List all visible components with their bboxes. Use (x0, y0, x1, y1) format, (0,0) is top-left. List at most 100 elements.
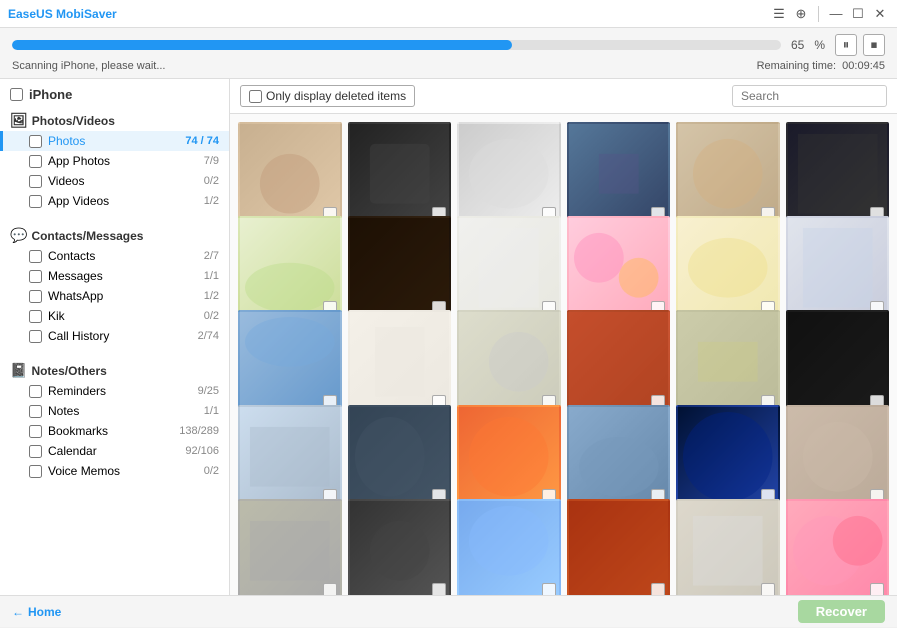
sidebar-item-call-history[interactable]: Call History 2/74 (0, 326, 229, 346)
photo-thumb[interactable] (238, 216, 342, 320)
videos-checkbox[interactable] (29, 175, 42, 188)
photo-thumb[interactable] (676, 122, 780, 226)
sidebar-item-contacts[interactable]: Contacts 2/7 (0, 246, 229, 266)
photo-thumb[interactable] (457, 405, 561, 509)
sidebar-item-reminders[interactable]: Reminders 9/25 (0, 381, 229, 401)
photo-thumb[interactable] (348, 405, 452, 509)
sidebar-item-messages[interactable]: Messages 1/1 (0, 266, 229, 286)
app-videos-checkbox[interactable] (29, 195, 42, 208)
photo-thumb[interactable] (567, 122, 671, 226)
sidebar-category-contacts: 💬 Contacts/Messages (0, 221, 229, 246)
sidebar-item-whatsapp[interactable]: WhatsApp 1/2 (0, 286, 229, 306)
photo-thumb[interactable] (348, 310, 452, 414)
thumb-select-checkbox[interactable] (651, 583, 665, 595)
stop-button[interactable]: ⏹ (863, 34, 885, 56)
pause-button[interactable]: ⏸ (835, 34, 857, 56)
footer: ← Home Recover (0, 595, 897, 627)
progress-percent: 65 (791, 38, 804, 52)
content-area: Only display deleted items (230, 79, 897, 595)
photo-thumb[interactable] (567, 216, 671, 320)
photo-thumb[interactable] (348, 216, 452, 320)
scan-bar: 65% ⏸ ⏹ Scanning iPhone, please wait... … (0, 28, 897, 79)
photo-thumb[interactable] (786, 405, 890, 509)
close-button[interactable]: ✕ (871, 5, 889, 23)
thumb-select-checkbox[interactable] (761, 583, 775, 595)
sidebar-item-photos[interactable]: Photos 74 / 74 (0, 131, 229, 151)
sidebar-item-calendar[interactable]: Calendar 92/106 (0, 441, 229, 461)
photo-thumb[interactable] (238, 310, 342, 414)
maximize-button[interactable]: ☐ (849, 5, 867, 23)
photo-thumb[interactable] (786, 310, 890, 414)
photo-grid (230, 114, 897, 595)
minimize-button[interactable]: — (827, 5, 845, 23)
photo-thumb[interactable] (457, 216, 561, 320)
bookmarks-checkbox[interactable] (29, 425, 42, 438)
thumb-select-checkbox[interactable] (432, 583, 446, 595)
photo-thumb[interactable] (676, 499, 780, 595)
title-bar: EaseUS MobiSaver ☰ ⊕ — ☐ ✕ (0, 0, 897, 28)
filter-checkbox-wrap[interactable]: Only display deleted items (240, 85, 415, 107)
sidebar-item-app-videos[interactable]: App Videos 1/2 (0, 191, 229, 211)
sidebar-item-bookmarks[interactable]: Bookmarks 138/289 (0, 421, 229, 441)
voice-memos-checkbox[interactable] (29, 465, 42, 478)
sidebar-category-notes: 📓 Notes/Others (0, 356, 229, 381)
messages-checkbox[interactable] (29, 270, 42, 283)
device-checkbox[interactable] (10, 88, 23, 101)
thumb-select-checkbox[interactable] (542, 583, 556, 595)
kik-checkbox[interactable] (29, 310, 42, 323)
photo-thumb[interactable] (567, 310, 671, 414)
remaining-time: Remaining time: 00:09:45 (757, 60, 885, 72)
sidebar-item-voice-memos[interactable]: Voice Memos 0/2 (0, 461, 229, 481)
scan-status-text: Scanning iPhone, please wait... (12, 60, 166, 72)
progress-track (12, 40, 781, 50)
home-arrow-icon: ← (12, 605, 24, 619)
menu-icon[interactable]: ☰ (770, 5, 788, 23)
photo-thumb[interactable] (457, 310, 561, 414)
home-link[interactable]: ← Home (12, 605, 61, 619)
content-toolbar: Only display deleted items (230, 79, 897, 114)
thumb-select-checkbox[interactable] (323, 583, 337, 595)
sidebar-category-photos: 🖼 Photos/Videos (0, 106, 229, 131)
photo-thumb[interactable] (786, 216, 890, 320)
window-controls: ☰ ⊕ — ☐ ✕ (770, 5, 889, 23)
photo-thumb[interactable] (567, 499, 671, 595)
search-input[interactable] (732, 85, 887, 107)
sidebar-device[interactable]: iPhone (0, 79, 229, 106)
globe-icon[interactable]: ⊕ (792, 5, 810, 23)
main-layout: iPhone 🖼 Photos/Videos Photos 74 / 74 Ap… (0, 79, 897, 595)
thumb-select-checkbox[interactable] (870, 583, 884, 595)
recover-button[interactable]: Recover (798, 600, 885, 623)
sidebar-item-notes[interactable]: Notes 1/1 (0, 401, 229, 421)
whatsapp-checkbox[interactable] (29, 290, 42, 303)
photo-thumb[interactable] (348, 122, 452, 226)
call-history-checkbox[interactable] (29, 330, 42, 343)
photo-thumb[interactable] (676, 310, 780, 414)
sidebar-item-app-photos[interactable]: App Photos 7/9 (0, 151, 229, 171)
photo-thumb[interactable] (457, 122, 561, 226)
progress-fill (12, 40, 512, 50)
photo-thumb[interactable] (786, 499, 890, 595)
photo-thumb[interactable] (676, 216, 780, 320)
filter-deleted-checkbox[interactable] (249, 90, 262, 103)
sidebar: iPhone 🖼 Photos/Videos Photos 74 / 74 Ap… (0, 79, 230, 595)
photo-thumb[interactable] (786, 122, 890, 226)
contacts-checkbox[interactable] (29, 250, 42, 263)
photo-thumb[interactable] (238, 499, 342, 595)
notes-checkbox[interactable] (29, 405, 42, 418)
photo-thumb[interactable] (567, 405, 671, 509)
photo-thumb[interactable] (676, 405, 780, 509)
app-photos-checkbox[interactable] (29, 155, 42, 168)
photo-thumb[interactable] (238, 122, 342, 226)
contacts-category-icon: 💬 (10, 227, 27, 244)
sidebar-item-videos[interactable]: Videos 0/2 (0, 171, 229, 191)
controls-divider (818, 6, 819, 22)
reminders-checkbox[interactable] (29, 385, 42, 398)
photos-checkbox[interactable] (29, 135, 42, 148)
photo-thumb[interactable] (238, 405, 342, 509)
photos-category-icon: 🖼 (10, 112, 28, 129)
calendar-checkbox[interactable] (29, 445, 42, 458)
sidebar-item-kik[interactable]: Kik 0/2 (0, 306, 229, 326)
photo-thumb[interactable] (457, 499, 561, 595)
notes-category-icon: 📓 (10, 362, 27, 379)
photo-thumb[interactable] (348, 499, 452, 595)
